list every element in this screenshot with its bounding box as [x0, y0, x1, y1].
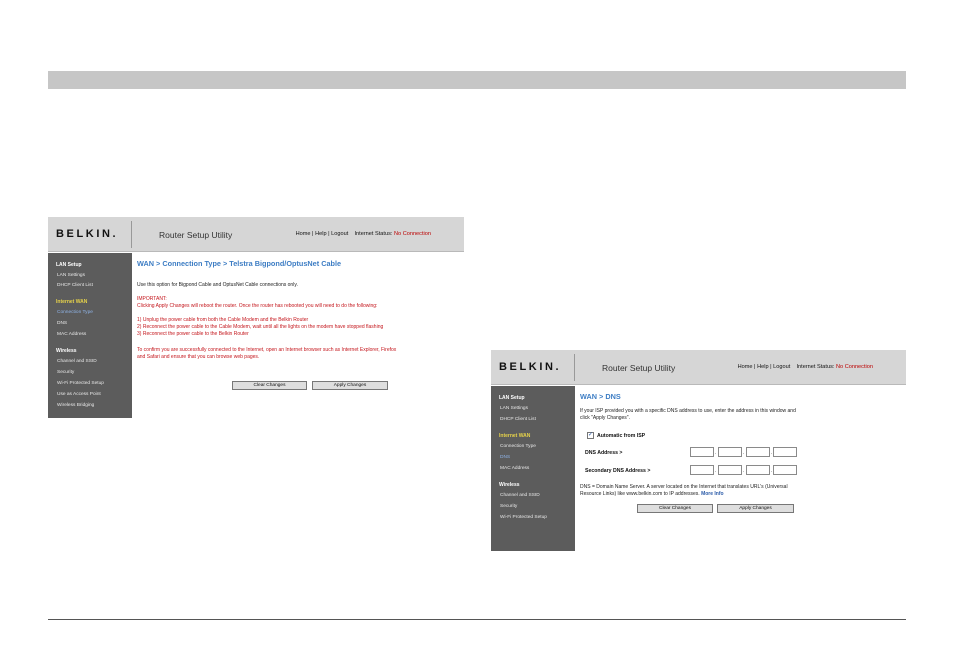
router-header: BELKIN. Router Setup Utility Home | Help…: [48, 217, 464, 252]
sidebar-item-wifi-protected-setup[interactable]: Wi-Fi Protected Setup: [500, 515, 547, 520]
confirm-text-line-1: To confirm you are successfully connecte…: [137, 347, 397, 353]
dns-octet-3-input[interactable]: [746, 447, 770, 457]
sidebar-item-wifi-protected-setup[interactable]: Wi-Fi Protected Setup: [57, 381, 104, 386]
router-sidebar: LAN Setup LAN Settings DHCP Client List …: [491, 386, 575, 551]
clear-changes-button[interactable]: Clear Changes: [637, 504, 713, 513]
sidebar-item-channel-ssid[interactable]: Channel and SSID: [57, 359, 97, 364]
sidebar-heading-wireless: Wireless: [499, 482, 520, 488]
page-header-bar: [48, 71, 906, 89]
internet-status-value: No Connection: [835, 364, 873, 370]
breadcrumb: WAN > DNS: [580, 392, 621, 401]
router-title: Router Setup Utility: [159, 230, 233, 240]
automatic-from-isp-checkbox[interactable]: ✓: [587, 432, 594, 439]
router-sidebar: LAN Setup LAN Settings DHCP Client List …: [48, 253, 132, 418]
header-nav: Home | Help | Logout Internet Status: No…: [295, 231, 431, 237]
secondary-dns-octet-2-input[interactable]: [718, 465, 742, 475]
sidebar-item-security[interactable]: Security: [57, 370, 74, 375]
header-divider: [574, 354, 575, 381]
sidebar-item-lan-settings[interactable]: LAN Settings: [500, 406, 528, 411]
home-link[interactable]: Home: [738, 364, 753, 370]
more-info-link[interactable]: More Info: [701, 491, 724, 497]
confirm-text-line-2: and Safari and ensure that you can brows…: [137, 354, 260, 360]
step-2-text: 2) Reconnect the power cable to the Cabl…: [137, 324, 384, 330]
step-1-text: 1) Unplug the power cable from both the …: [137, 317, 309, 323]
intro-text: Use this option for Bigpond Cable and Op…: [137, 282, 298, 288]
router-title: Router Setup Utility: [602, 363, 676, 373]
dns-address-label: DNS Address >: [585, 450, 623, 456]
dns-octet-2-input[interactable]: [718, 447, 742, 457]
sidebar-heading-internet-wan: Internet WAN: [499, 433, 531, 439]
internet-status-label: Internet Status:: [796, 364, 835, 370]
breadcrumb: WAN > Connection Type > Telstra Bigpond/…: [137, 259, 342, 268]
help-link[interactable]: Help: [757, 364, 769, 370]
sidebar-heading-lan-setup: LAN Setup: [499, 395, 525, 401]
sidebar-item-mac-address[interactable]: MAC Address: [500, 466, 529, 471]
step-3-text: 3) Reconnect the power cable to the Belk…: [137, 331, 249, 337]
sidebar-item-use-as-access-point[interactable]: Use as Access Point: [57, 392, 101, 397]
sidebar-item-dns[interactable]: DNS: [500, 455, 510, 460]
header-divider: [131, 221, 132, 248]
sidebar-item-channel-ssid[interactable]: Channel and SSID: [500, 493, 540, 498]
belkin-logo: BELKIN.: [56, 228, 119, 240]
logout-link[interactable]: Logout: [773, 364, 790, 370]
internet-status-label: Internet Status:: [354, 231, 393, 237]
sidebar-heading-wireless: Wireless: [56, 348, 77, 354]
sidebar-heading-internet-wan: Internet WAN: [56, 299, 88, 305]
sidebar-item-dhcp-client-list[interactable]: DHCP Client List: [57, 283, 93, 288]
sidebar-item-lan-settings[interactable]: LAN Settings: [57, 273, 85, 278]
dns-note-line-1: DNS = Domain Name Server. A server locat…: [580, 484, 788, 490]
dns-octet-4-input[interactable]: [773, 447, 797, 457]
router-main-content: WAN > DNS If your ISP provided you with …: [580, 392, 797, 513]
sidebar-item-dhcp-client-list[interactable]: DHCP Client List: [500, 417, 536, 422]
sidebar-item-security[interactable]: Security: [500, 504, 517, 509]
important-heading: IMPORTANT:: [137, 296, 167, 302]
secondary-dns-octet-3-input[interactable]: [746, 465, 770, 475]
sidebar-item-connection-type[interactable]: Connection Type: [57, 310, 93, 315]
router-header: BELKIN. Router Setup Utility Home | Help…: [491, 350, 906, 385]
automatic-from-isp-label: Automatic from ISP: [597, 433, 646, 439]
dns-octet-1-input[interactable]: [690, 447, 714, 457]
router-screenshot-dns: BELKIN. Router Setup Utility Home | Help…: [491, 350, 906, 551]
apply-changes-button[interactable]: Apply Changes: [717, 504, 794, 513]
router-screenshot-connection-type: BELKIN. Router Setup Utility Home | Help…: [48, 217, 464, 418]
header-nav: Home | Help | Logout Internet Status: No…: [737, 364, 873, 370]
home-link[interactable]: Home: [296, 231, 311, 237]
sidebar-item-mac-address[interactable]: MAC Address: [57, 332, 86, 337]
apply-changes-button[interactable]: Apply Changes: [312, 381, 388, 390]
sidebar-item-wireless-bridging[interactable]: Wireless Bridging: [57, 403, 94, 408]
help-link[interactable]: Help: [315, 231, 327, 237]
belkin-logo: BELKIN.: [499, 361, 562, 373]
secondary-dns-octet-1-input[interactable]: [690, 465, 714, 475]
important-text: Clicking Apply Changes will reboot the r…: [137, 303, 378, 309]
router-main-content: WAN > Connection Type > Telstra Bigpond/…: [132, 253, 464, 418]
secondary-dns-address-label: Secondary DNS Address >: [585, 468, 651, 474]
intro-text-line-2: click "Apply Changes".: [580, 415, 630, 421]
dns-note-line-2: Resource Links) like www.belkin.com to I…: [580, 491, 724, 497]
sidebar-item-connection-type[interactable]: Connection Type: [500, 444, 536, 449]
page-footer-rule: [48, 619, 906, 620]
intro-text-line-1: If your ISP provided you with a specific…: [580, 408, 796, 414]
internet-status-value: No Connection: [393, 231, 431, 237]
sidebar-item-dns[interactable]: DNS: [57, 321, 67, 326]
logout-link[interactable]: Logout: [331, 231, 348, 237]
clear-changes-button[interactable]: Clear Changes: [232, 381, 307, 390]
secondary-dns-octet-4-input[interactable]: [773, 465, 797, 475]
sidebar-heading-lan-setup: LAN Setup: [56, 262, 82, 268]
